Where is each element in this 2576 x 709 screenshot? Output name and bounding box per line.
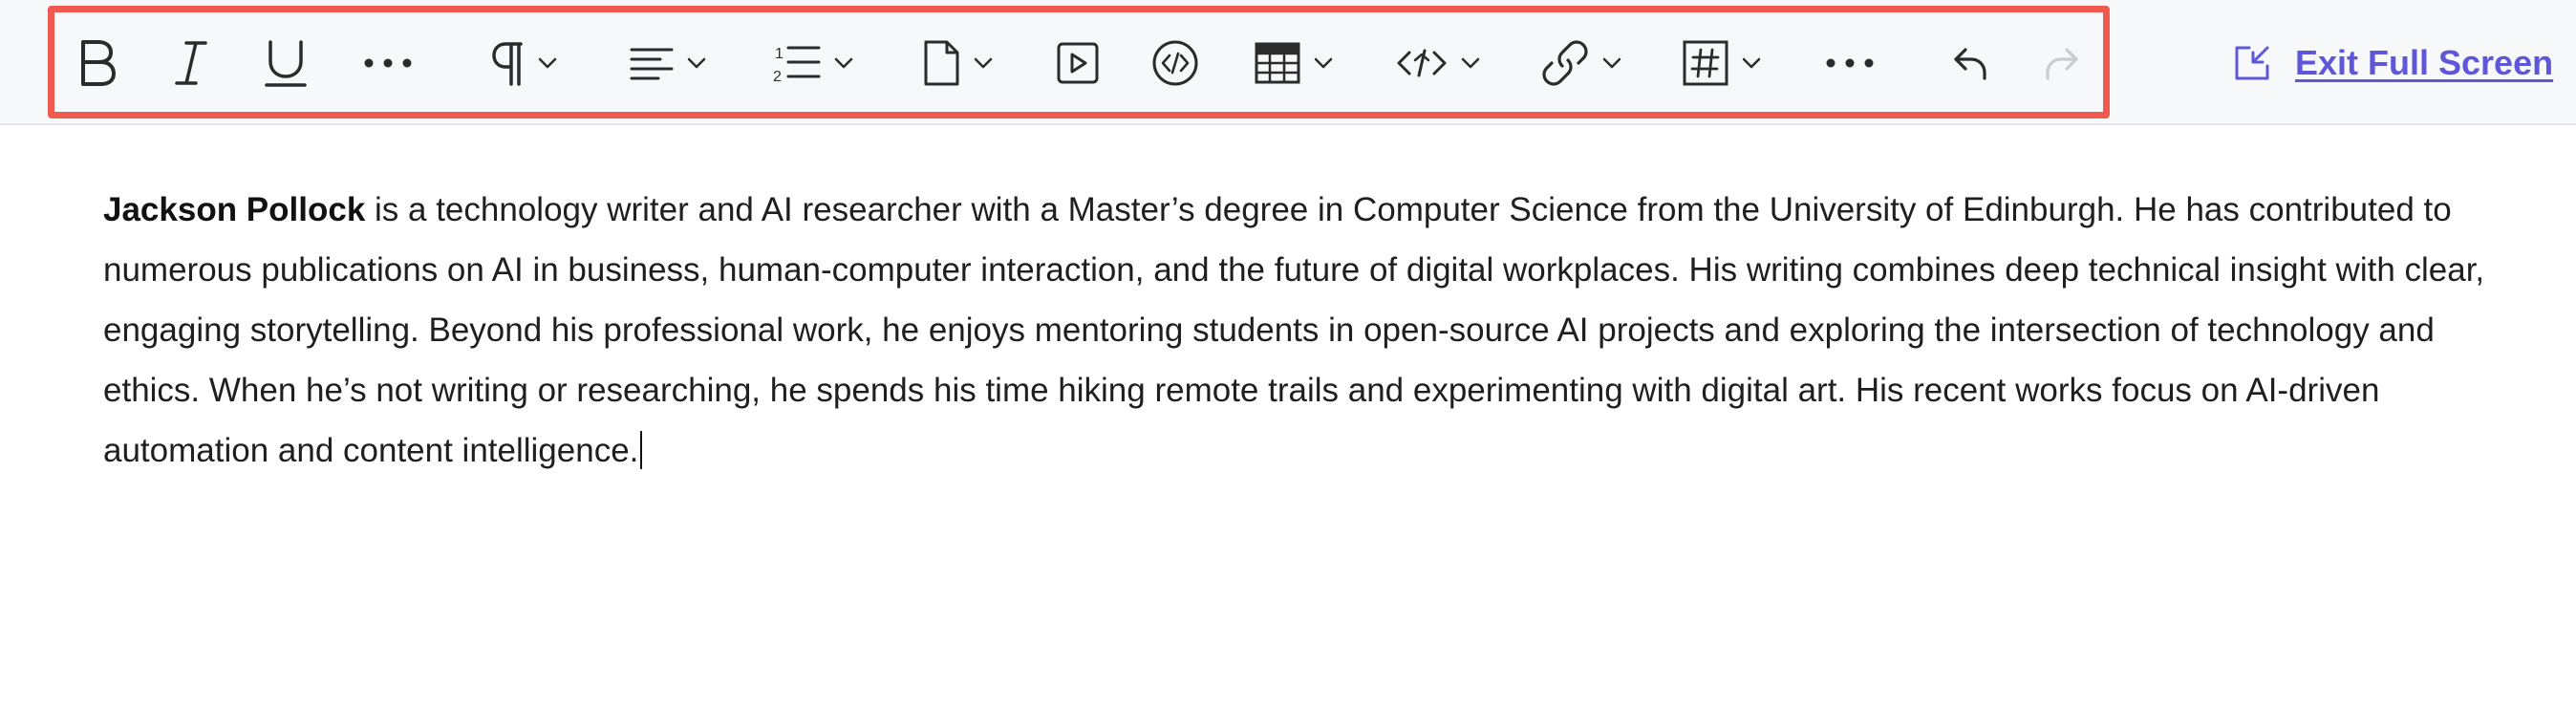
insert-link-button[interactable] [1541, 33, 1621, 93]
svg-text:2: 2 [773, 69, 782, 84]
insert-video-button[interactable] [1056, 33, 1100, 93]
pilcrow-icon [492, 42, 523, 86]
italic-button[interactable] [173, 33, 209, 93]
align-left-icon [630, 48, 674, 80]
svg-text:1: 1 [775, 46, 784, 62]
code-tag-icon [1397, 49, 1447, 77]
redo-icon [2046, 48, 2078, 80]
insert-embed-button[interactable] [1151, 33, 1199, 93]
more-horizontal-icon [1826, 58, 1874, 68]
more-horizontal-icon [364, 58, 412, 68]
exit-fullscreen-icon [2235, 46, 2269, 80]
video-icon [1057, 42, 1099, 84]
ordered-list-icon: 1 2 [773, 46, 821, 84]
paragraph-format-button[interactable] [490, 33, 557, 93]
chevron-down-icon [1742, 57, 1761, 69]
redo-button[interactable] [2042, 33, 2080, 93]
align-button[interactable] [630, 33, 706, 93]
editor-toolbar: 1 2 [48, 6, 2110, 118]
insert-table-button[interactable] [1255, 33, 1333, 93]
chevron-down-icon [687, 57, 706, 69]
undo-button[interactable] [1952, 33, 1990, 93]
file-icon [924, 40, 959, 86]
code-view-button[interactable] [1396, 33, 1480, 93]
editor-body-text: is a technology writer and AI researcher… [103, 191, 2485, 469]
chevron-down-icon [1314, 57, 1333, 69]
bold-button[interactable] [75, 33, 119, 93]
embed-code-icon [1152, 40, 1198, 86]
exit-fullscreen-button[interactable]: Exit Full Screen [2232, 36, 2553, 90]
link-icon [1542, 40, 1588, 86]
editor-page: 1 2 Exit Full Screen Jackson Pollock is … [0, 0, 2576, 709]
chevron-down-icon [1461, 57, 1480, 69]
text-caret [640, 431, 643, 469]
ordered-list-button[interactable]: 1 2 [773, 33, 853, 93]
underline-icon [265, 40, 307, 87]
toolbar-bar: 1 2 Exit Full Screen [0, 0, 2576, 125]
editor-content[interactable]: Jackson Pollock is a technology writer a… [103, 180, 2492, 481]
bold-icon [81, 40, 116, 86]
exit-fullscreen-label[interactable]: Exit Full Screen [2295, 43, 2553, 83]
chevron-down-icon [974, 57, 993, 69]
italic-icon [175, 41, 207, 85]
chevron-down-icon [834, 57, 853, 69]
hashtag-icon [1683, 40, 1728, 86]
chevron-down-icon [538, 57, 557, 69]
more-rich-button[interactable] [1824, 33, 1876, 93]
insert-file-button[interactable] [922, 33, 993, 93]
chevron-down-icon [1602, 57, 1621, 69]
table-icon [1255, 42, 1300, 84]
underline-button[interactable] [265, 33, 307, 93]
undo-icon [1954, 48, 1986, 80]
more-text-button[interactable] [362, 33, 414, 93]
insert-hashtag-button[interactable] [1683, 33, 1761, 93]
author-name: Jackson Pollock [103, 191, 366, 228]
